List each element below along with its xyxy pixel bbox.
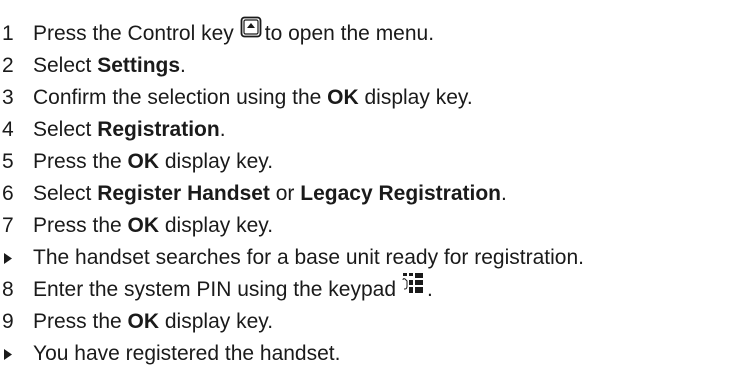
step-2: 2 Select Settings. (0, 50, 752, 82)
step-number: 3 (2, 86, 14, 109)
step-text: Press the OK display key. (33, 214, 274, 237)
result-arrow-icon (0, 348, 33, 360)
step-text: Confirm the selection using the OK displ… (33, 86, 473, 109)
result-searching: The handset searches for a base unit rea… (0, 242, 752, 274)
keypad-icon (402, 272, 424, 304)
step-text: Select Register Handset or Legacy Regist… (33, 182, 507, 205)
step-text: Select Registration. (33, 118, 226, 141)
control-key-icon (240, 16, 262, 48)
step-1: 1 Press the Control key to open the menu. (0, 16, 752, 50)
step-number: 8 (2, 278, 14, 301)
step-text: Enter the system PIN using the keypad. (33, 272, 433, 306)
result-text: The handset searches for a base unit rea… (33, 246, 584, 269)
step-8: 8 Enter the system PIN using the keypad. (0, 272, 752, 306)
cropped-top-line (0, 0, 752, 18)
result-arrow-icon (0, 252, 33, 264)
step-3: 3 Confirm the selection using the OK dis… (0, 82, 752, 114)
result-text: You have registered the handset. (33, 342, 341, 365)
result-registered: You have registered the handset. (0, 338, 752, 370)
step-number: 6 (2, 182, 14, 205)
step-7: 7 Press the OK display key. (0, 210, 752, 242)
step-number: 5 (2, 150, 14, 173)
step-number: 7 (2, 214, 14, 237)
step-4: 4 Select Registration. (0, 114, 752, 146)
step-6: 6 Select Register Handset or Legacy Regi… (0, 178, 752, 210)
step-text: Press the OK display key. (33, 310, 274, 333)
step-number: 4 (2, 118, 14, 141)
step-text: Select Settings. (33, 54, 186, 77)
step-number: 2 (2, 54, 14, 77)
step-9: 9 Press the OK display key. (0, 306, 752, 338)
step-text: Press the Control key to open the menu. (33, 16, 434, 50)
step-text: Press the OK display key. (33, 150, 274, 173)
instruction-steps: 1 Press the Control key to open the menu.… (0, 0, 752, 370)
step-number: 9 (2, 310, 14, 333)
step-number: 1 (2, 22, 14, 45)
step-5: 5 Press the OK display key. (0, 146, 752, 178)
